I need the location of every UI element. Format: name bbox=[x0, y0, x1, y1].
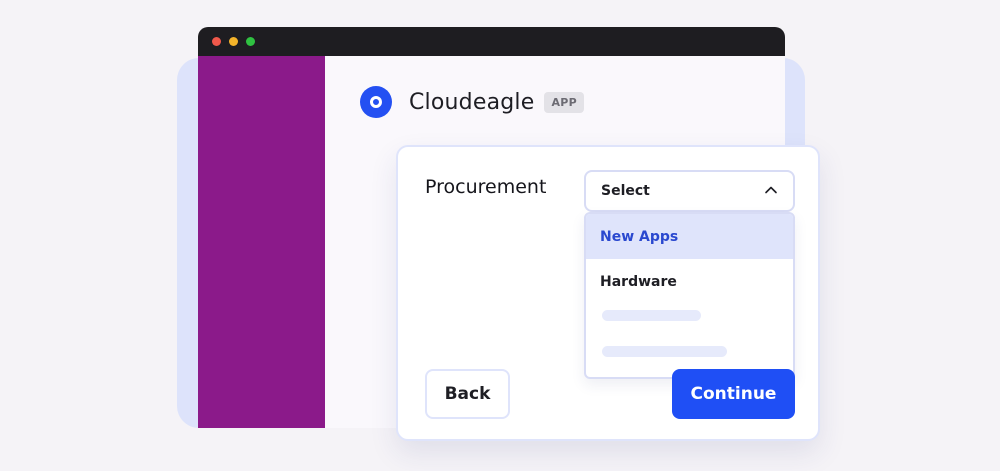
procurement-dialog: Procurement Select New Apps Hardware Bac… bbox=[396, 145, 820, 441]
procurement-label: Procurement bbox=[425, 176, 547, 198]
minimize-window-dot[interactable] bbox=[229, 37, 238, 46]
window-titlebar bbox=[198, 27, 785, 56]
cloudeagle-logo-icon bbox=[360, 86, 392, 118]
sidebar bbox=[198, 56, 325, 428]
app-badge: APP bbox=[544, 91, 585, 113]
maximize-window-dot[interactable] bbox=[246, 37, 255, 46]
chevron-up-icon bbox=[765, 186, 777, 194]
procurement-select[interactable]: Select bbox=[584, 170, 795, 212]
placeholder-option bbox=[602, 310, 701, 321]
option-new-apps[interactable]: New Apps bbox=[586, 214, 793, 259]
dropdown-menu: New Apps Hardware bbox=[584, 212, 795, 379]
close-window-dot[interactable] bbox=[212, 37, 221, 46]
placeholder-option bbox=[602, 346, 727, 357]
continue-button[interactable]: Continue bbox=[672, 369, 795, 419]
back-button[interactable]: Back bbox=[425, 369, 510, 419]
app-header: Cloudeagle APP bbox=[360, 85, 585, 119]
app-name: Cloudeagle bbox=[409, 89, 535, 115]
select-value: Select bbox=[601, 183, 650, 199]
option-hardware[interactable]: Hardware bbox=[586, 259, 793, 304]
illustration-stage: Cloudeagle APP Procurement Select New Ap… bbox=[0, 0, 1000, 471]
